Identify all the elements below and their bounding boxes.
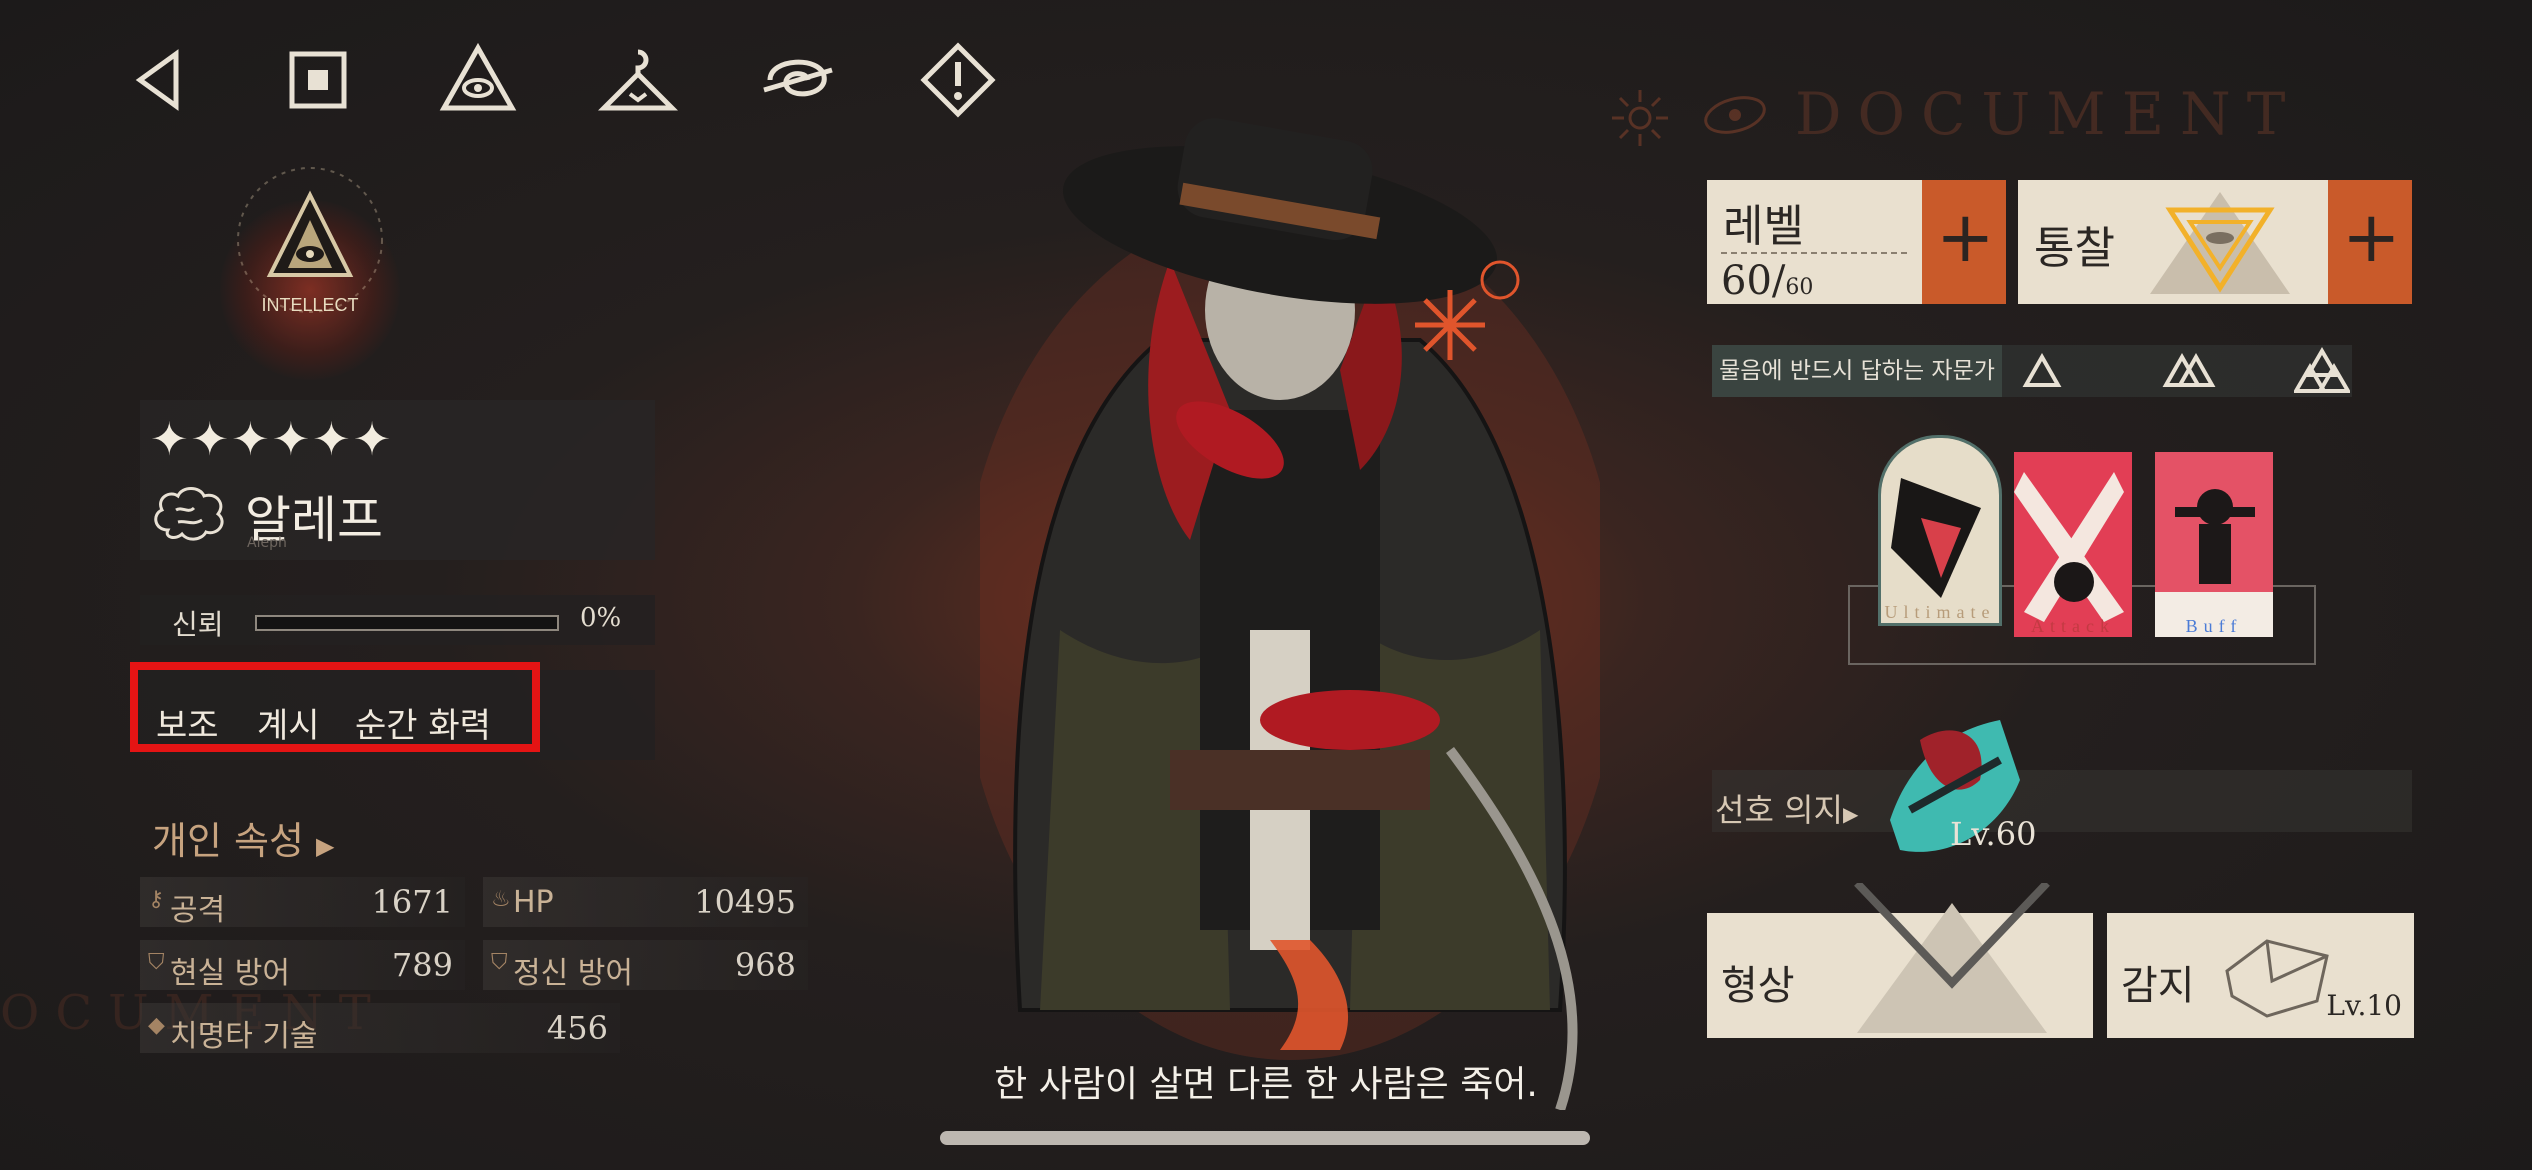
arrow-right-icon: ▶ — [316, 832, 335, 860]
emblem-label: INTELLECT — [261, 295, 359, 315]
ultimate-card-art — [1881, 438, 1999, 623]
insight-card[interactable]: 통찰 — [2018, 180, 2328, 304]
level-divider — [1721, 252, 1907, 254]
sense-label: 감지 — [2121, 963, 2195, 1009]
title-label[interactable]: 물음에 반드시 답하는 자문가 — [1712, 345, 2002, 397]
card-caption: Buff — [2185, 616, 2243, 636]
sense-diamond-icon — [2225, 939, 2329, 1018]
trust-label: 신뢰 — [172, 608, 224, 641]
attributes-title[interactable]: 개인 속성 ▶ — [152, 810, 334, 865]
attack-icon: ⚷ — [148, 887, 165, 912]
preferred-will-label[interactable]: 선호 의지▶ — [1715, 785, 1858, 831]
preferred-will-text: 선호 의지 — [1715, 791, 1843, 829]
stat-label: 치명타 기술 — [170, 1019, 318, 1054]
preferred-will-level: Lv.60 — [1950, 815, 2037, 853]
skill-card-attack[interactable]: Attack — [2014, 452, 2132, 637]
insight-up-button[interactable]: + — [2328, 180, 2412, 304]
trust-row: 신뢰 0% — [140, 595, 655, 645]
background-sun-icon — [1612, 90, 1668, 146]
intellect-emblem: INTELLECT — [200, 150, 400, 380]
stat-mental-defense: ⛉ 정신 방어 968 — [483, 940, 808, 991]
brain-icon — [154, 487, 224, 541]
stat-value: 1671 — [371, 883, 453, 921]
rarity-stars: ✦✦✦✦✦✦ — [150, 412, 394, 466]
stat-reality-defense: ⛉ 현실 방어 789 — [140, 940, 465, 991]
attack-card-art — [2014, 452, 2132, 637]
stat-label: 현실 방어 — [170, 956, 290, 991]
crit-icon: ◆ — [148, 1013, 165, 1038]
form-label: 형상 — [1721, 963, 1795, 1009]
stat-label: 정신 방어 — [513, 956, 633, 991]
insight-triangle-icon — [2150, 192, 2290, 294]
level-max: 60 — [1785, 275, 1814, 300]
level-card[interactable]: 레벨 60/60 — [1707, 180, 1922, 304]
insight-label: 통찰 — [2034, 223, 2115, 274]
trust-progress-bar — [255, 615, 559, 631]
skill-card-ultimate[interactable]: Ultimate — [1878, 435, 2002, 626]
character-illustration — [980, 118, 1600, 1110]
sense-card[interactable]: 감지 Lv.10 — [2107, 913, 2414, 1038]
buff-card-art — [2155, 452, 2273, 637]
trust-value: 0% — [580, 603, 622, 633]
skill-card-buff[interactable]: Buff — [2155, 452, 2273, 637]
level-up-button[interactable]: + — [1922, 180, 2006, 304]
stat-value: 968 — [734, 946, 796, 984]
stop-icon[interactable] — [278, 40, 358, 120]
stat-label: 공격 — [170, 893, 226, 928]
stat-value: 10495 — [694, 883, 796, 921]
shield-icon: ⛉ — [148, 950, 165, 975]
insight-tier-3-icon — [2294, 347, 2350, 393]
card-caption: Attack — [2031, 616, 2115, 636]
title-strip: 물음에 반드시 답하는 자문가 — [1712, 345, 2352, 397]
stat-attack: ⚷ 공격 1671 — [140, 877, 465, 928]
eye-triangle-icon[interactable] — [438, 40, 518, 120]
dialogue-subtitle: 한 사람이 살면 다른 한 사람은 죽어. — [994, 1064, 1538, 1105]
hp-icon: ♨ — [491, 887, 511, 912]
stat-value: 789 — [391, 946, 453, 984]
character-name-en: Aleph — [247, 535, 287, 551]
plus-icon: + — [1936, 196, 1995, 278]
background-document-text: DOCUMENT — [1795, 80, 2302, 148]
attributes-title-label: 개인 속성 — [152, 819, 304, 863]
warning-icon[interactable] — [918, 40, 998, 120]
tags-highlight-box — [130, 662, 540, 752]
swirl-icon[interactable] — [758, 40, 838, 120]
stat-value: 456 — [546, 1009, 608, 1047]
level-value: 60/60 — [1721, 258, 1813, 304]
back-icon[interactable] — [118, 40, 198, 120]
card-caption: Ultimate — [1884, 602, 1996, 622]
mind-shield-icon: ⛉ — [491, 950, 508, 975]
insight-tier-2-icon — [2162, 352, 2216, 387]
level-current: 60/ — [1721, 258, 1786, 304]
stat-label: HP — [513, 885, 554, 920]
character-namecard: ✦✦✦✦✦✦ 알레프 Aleph — [140, 400, 655, 560]
level-label: 레벨 — [1723, 201, 1804, 252]
stat-crit-technique: ◆ 치명타 기술 456 — [140, 1003, 620, 1054]
sense-level: Lv.10 — [2326, 989, 2402, 1022]
form-triangle-icon — [1854, 883, 2050, 1033]
hanger-icon[interactable] — [598, 40, 678, 120]
stat-hp: ♨ HP 10495 — [483, 877, 808, 927]
form-card[interactable]: 형상 — [1707, 883, 2093, 1038]
background-eye-icon — [1704, 96, 1766, 134]
insight-tier-1-icon — [2022, 353, 2062, 387]
arrow-right-icon: ▶ — [1842, 802, 1859, 826]
home-indicator[interactable] — [940, 1131, 1590, 1145]
plus-icon: + — [2342, 196, 2401, 278]
